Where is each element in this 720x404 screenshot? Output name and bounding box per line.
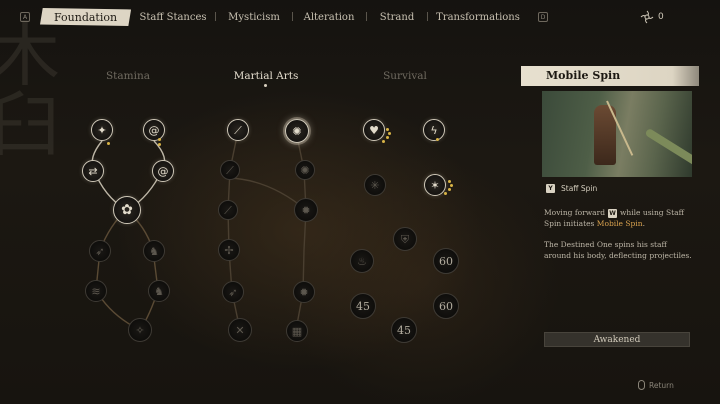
skill-node-stamina-5[interactable]: ✿ — [113, 196, 141, 224]
skill-node-martial-10[interactable]: ▦ — [286, 320, 308, 342]
gourd-icon: ♨ — [357, 254, 367, 268]
bamboo-shape — [644, 127, 692, 167]
spin-icon: ✺ — [292, 124, 302, 138]
skill-node-survival-6[interactable]: ♨ — [350, 249, 374, 273]
swirl-icon: @ — [148, 123, 160, 137]
skill-node-stamina-6[interactable]: ➶ — [89, 240, 111, 262]
skill-level-pips — [158, 138, 161, 146]
skill-node-martial-7[interactable]: ➶ — [222, 281, 244, 303]
wind-icon: ≋ — [91, 284, 101, 298]
skill-description-1: Moving forward Wwhile using Staff Spin in… — [544, 207, 694, 229]
pinwheel-icon: ✢ — [224, 243, 234, 257]
awakened-status-button[interactable]: Awakened — [544, 332, 690, 347]
skill-title: Mobile Spin — [521, 66, 699, 86]
skill-node-survival-2[interactable]: ϟ — [423, 119, 445, 141]
skill-node-martial-1[interactable]: ⟋ — [227, 119, 249, 141]
skill-detail-panel: Mobile Spin Y Staff Spin Moving forward W… — [521, 66, 699, 356]
required-level: 60 — [439, 299, 453, 313]
skill-node-survival-9-locked[interactable]: 60 — [433, 293, 459, 319]
skill-level-pips — [107, 142, 110, 145]
return-label: Return — [649, 380, 674, 390]
skill-node-stamina-8[interactable]: ≋ — [85, 280, 107, 302]
skill-node-stamina-2[interactable]: @ — [143, 119, 165, 141]
burst-icon: ✹ — [299, 285, 309, 299]
skill-node-survival-5[interactable]: ⛨ — [393, 227, 417, 251]
skill-node-survival-3[interactable]: ✳ — [364, 174, 386, 196]
skill-node-martial-2[interactable]: ⟋ — [220, 160, 240, 180]
skill-level-pips — [440, 180, 453, 195]
spark-icon: ✳ — [370, 178, 380, 192]
skill-node-stamina-9[interactable]: ♞ — [148, 280, 170, 302]
grid-icon: ▦ — [291, 324, 303, 338]
skill-input-name: Staff Spin — [561, 184, 598, 193]
skill-node-martial-6[interactable]: ✢ — [218, 239, 240, 261]
skill-node-martial-5[interactable]: ✹ — [294, 198, 318, 222]
strike-icon: ➶ — [228, 285, 238, 299]
skill-input-line: Y Staff Spin — [546, 184, 597, 193]
skill-node-martial-3[interactable]: ✺ — [295, 160, 315, 180]
skill-node-survival-8-locked[interactable]: 45 — [350, 293, 376, 319]
skill-node-stamina-10[interactable]: ✧ — [128, 318, 152, 342]
return-button[interactable]: Return — [638, 380, 674, 390]
required-level: 45 — [397, 323, 411, 337]
fire-icon: ✶ — [430, 178, 440, 192]
skill-node-stamina-7[interactable]: ♞ — [143, 240, 165, 262]
staff-cross-icon: ✕ — [235, 323, 245, 337]
skill-preview-image — [542, 91, 692, 177]
swirl-icon: @ — [157, 164, 169, 178]
skill-node-martial-4[interactable]: ⟋ — [218, 200, 238, 220]
y-button-icon: Y — [546, 184, 555, 193]
skill-node-mobile-spin[interactable]: ✺ — [285, 119, 309, 143]
armor-icon: ⛨ — [400, 232, 410, 246]
desc-text: Moving forward — [544, 208, 605, 217]
skill-node-stamina-3[interactable]: ⇄ — [82, 160, 104, 182]
w-key-icon: W — [608, 208, 617, 218]
staff-icon: ⟋ — [234, 123, 242, 137]
skill-level-pips — [378, 128, 391, 143]
required-level: 60 — [439, 254, 453, 268]
skill-description-2: The Destined One spins his staff around … — [544, 240, 692, 260]
mouse-right-click-icon — [638, 380, 645, 390]
skill-node-martial-9[interactable]: ✕ — [228, 318, 252, 342]
bolt-icon: ϟ — [430, 123, 438, 137]
foot-icon: ✦ — [97, 123, 107, 137]
knot-icon: ✿ — [121, 202, 133, 218]
runner-icon: ✧ — [135, 323, 145, 337]
desc-highlight: Mobile Spin — [596, 219, 643, 228]
skill-node-survival-10-locked[interactable]: 45 — [391, 317, 417, 343]
staff-icon: ⟋ — [224, 203, 232, 217]
burst-icon: ✹ — [301, 203, 311, 217]
skill-node-stamina-1[interactable]: ✦ — [91, 119, 113, 141]
required-level: 45 — [356, 299, 370, 313]
skill-level-pips — [436, 138, 439, 141]
desc-text: . — [642, 219, 645, 228]
spin-icon: ✺ — [300, 163, 310, 177]
skill-node-martial-8[interactable]: ✹ — [293, 281, 315, 303]
swap-icon: ⇄ — [88, 164, 98, 178]
dash-icon: ➶ — [95, 244, 105, 258]
figure-icon: ♞ — [154, 284, 164, 298]
skill-node-survival-7-locked[interactable]: 60 — [433, 248, 459, 274]
figure-icon: ♞ — [149, 244, 159, 258]
staff-icon: ⟋ — [226, 163, 234, 177]
skill-node-stamina-4[interactable]: @ — [152, 160, 174, 182]
